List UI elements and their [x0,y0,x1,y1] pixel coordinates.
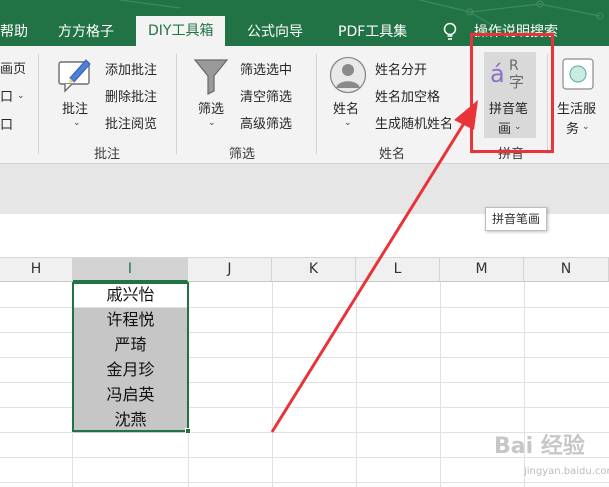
column-header-h[interactable]: H [0,258,73,282]
annotation-group-label: 批注 [94,147,121,162]
watermark-url: jingyan.baidu.com [524,466,609,477]
name-button[interactable]: 姓名 [333,98,359,117]
grid-line [0,482,609,483]
column-header-j[interactable]: J [188,258,272,282]
tab-diy-toolbox[interactable]: DIY工具箱 [136,16,226,46]
annotation-button[interactable]: 批注 [62,98,88,117]
tab-fangfang[interactable]: 方方格子 [58,20,114,46]
column-header-l[interactable]: L [356,258,440,282]
column-header-n[interactable]: N [524,258,609,282]
chevron-down-icon: ⌄ [208,118,216,128]
delete-comment-item[interactable]: 删除批注 [105,86,157,105]
random-name-item[interactable]: 生成随机姓名 [375,113,453,132]
lightbulb-icon [443,22,457,40]
chevron-down-icon: ⌄ [582,122,590,132]
tab-help[interactable]: 帮助 [0,20,28,46]
ribbon-partial-item-3[interactable]: 口 [0,114,13,133]
chevron-down-icon: ⌄ [344,118,352,128]
group-separator [176,54,177,154]
filter-button[interactable]: 筛选 [198,98,224,117]
filter-funnel-icon[interactable] [193,58,229,96]
browse-comments-item[interactable]: 批注阅览 [105,113,157,132]
life-service-label-1[interactable]: 生活服 [557,98,596,117]
filter-selected-item[interactable]: 筛选选中 [240,59,292,78]
clear-filter-item[interactable]: 清空筛选 [240,86,292,105]
name-add-space-item[interactable]: 姓名加空格 [375,86,440,105]
life-service-label-2[interactable]: 务 [566,118,579,137]
fill-handle[interactable] [185,428,191,434]
column-header-m[interactable]: M [440,258,524,282]
advanced-filter-item[interactable]: 高级筛选 [240,113,292,132]
watermark-logo: Bai 经验 [494,434,585,459]
chevron-down-icon: ⌄ [73,118,81,128]
group-separator [38,54,39,154]
tab-pdf-tools[interactable]: PDF工具集 [338,20,407,46]
filter-group-label: 筛选 [229,147,256,162]
ribbon-partial-item-1[interactable]: 画页 [0,58,26,77]
group-separator [316,54,317,154]
selection-border [72,282,189,432]
life-service-icon[interactable] [562,58,594,90]
split-name-item[interactable]: 姓名分开 [375,59,427,78]
column-header-k[interactable]: K [272,258,356,282]
highlight-box [470,33,554,153]
name-group-label: 姓名 [379,147,406,162]
pinyin-tooltip: 拼音笔画 [485,207,548,231]
tab-formula-wizard[interactable]: 公式向导 [247,20,303,46]
person-avatar-icon[interactable] [329,56,367,94]
ribbon-partial-item-2[interactable]: 口 [0,86,13,105]
column-header-i[interactable]: I [73,258,188,282]
add-comment-item[interactable]: 添加批注 [105,59,157,78]
comment-pencil-icon[interactable] [56,54,96,94]
chevron-down-icon: ⌄ [17,91,25,101]
